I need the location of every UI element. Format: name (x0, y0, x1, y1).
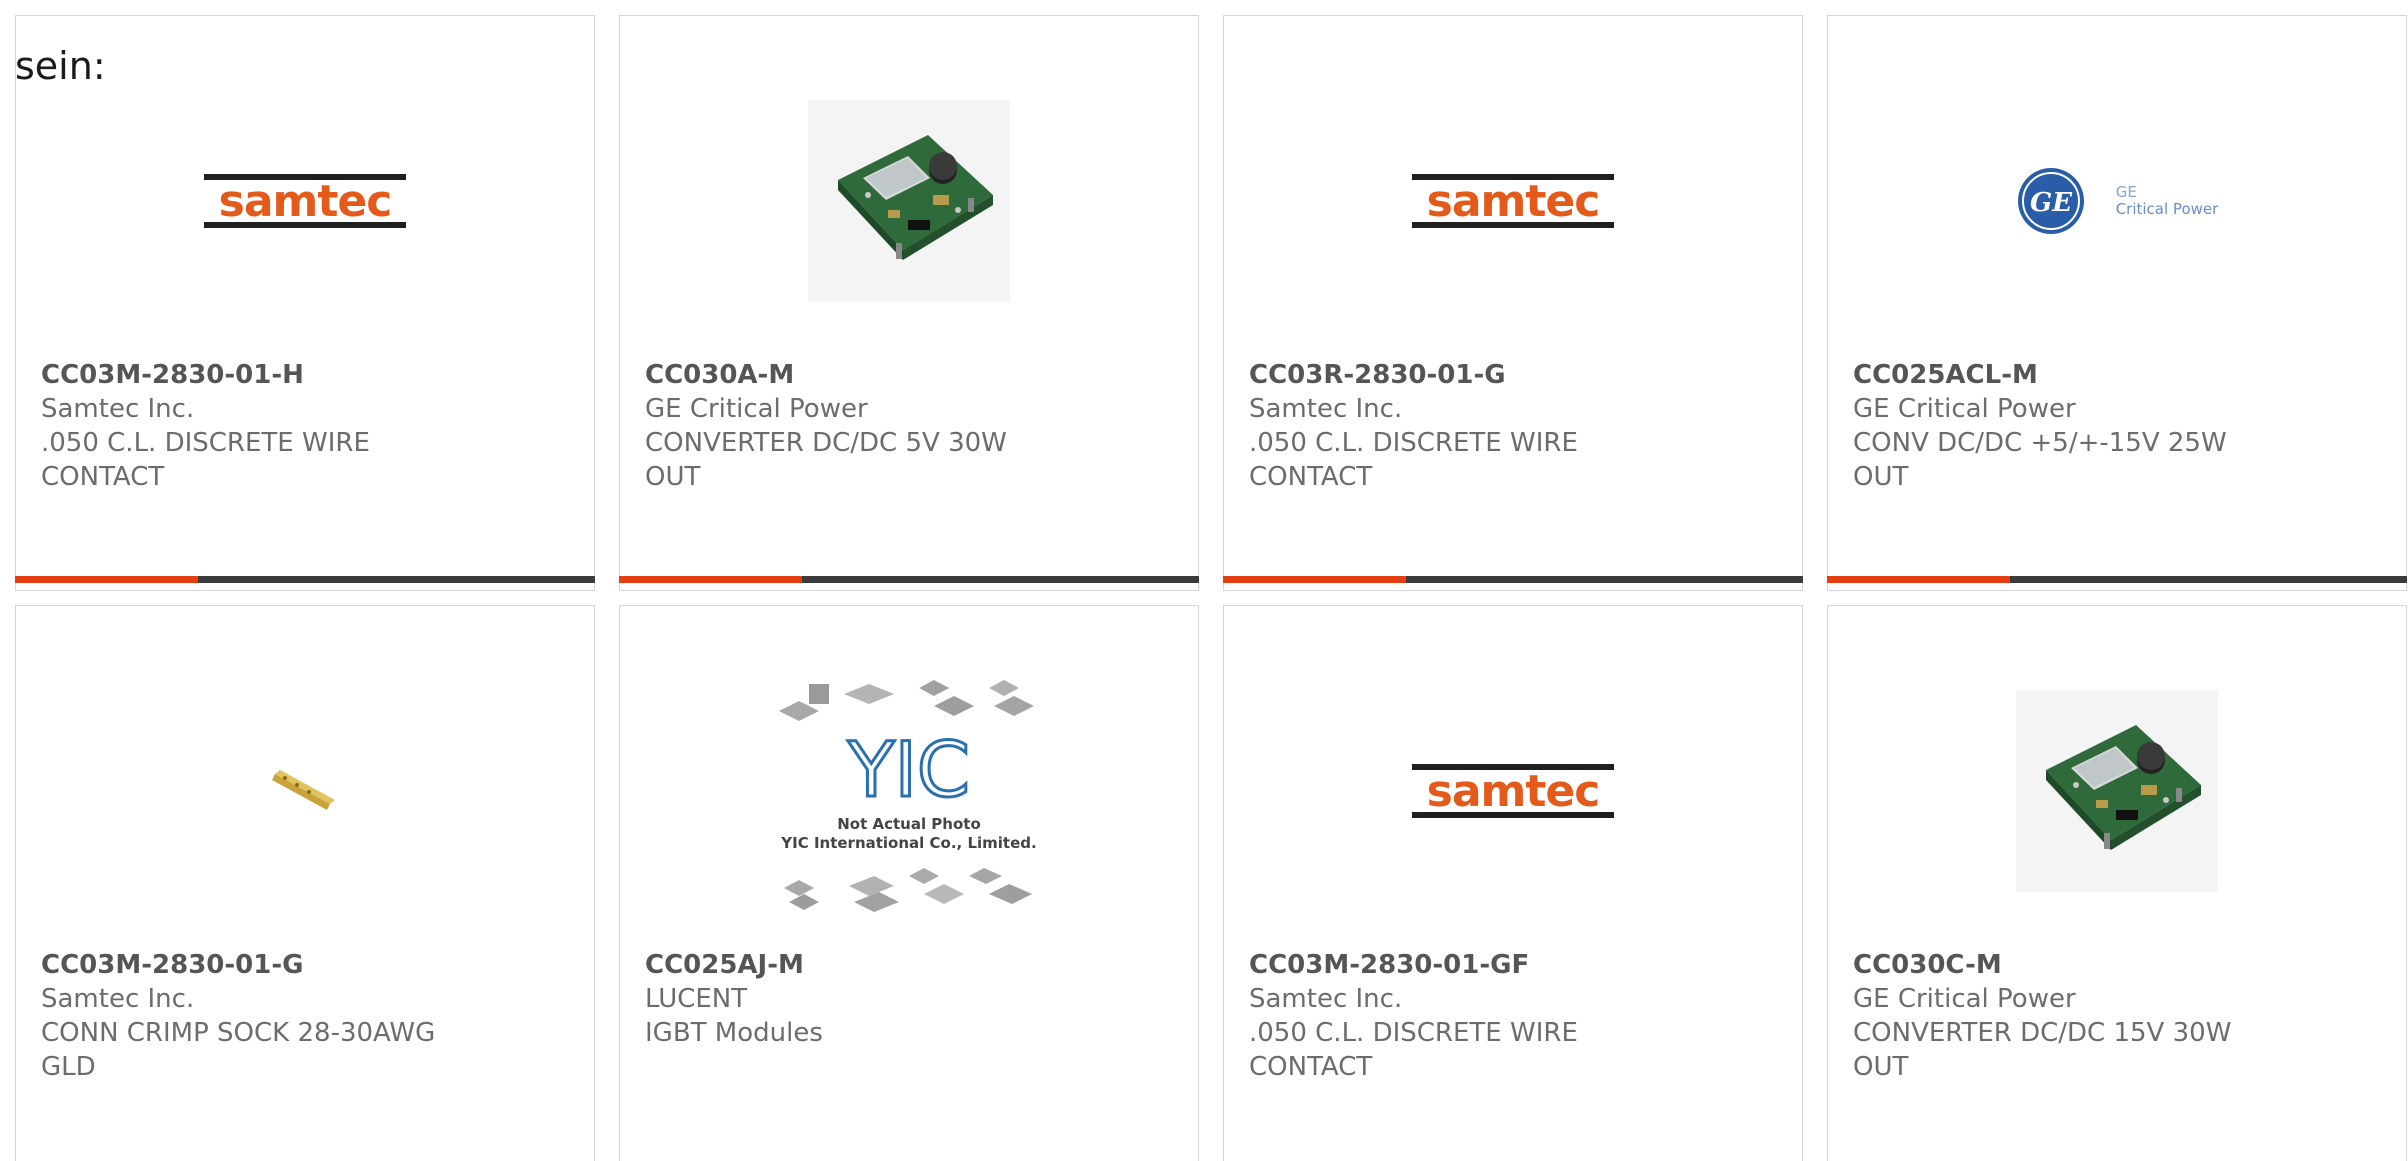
crimp-contact-photo (272, 770, 335, 810)
ge-monogram-icon: GE (2017, 168, 2084, 234)
manufacturer: Samtec Inc. (1249, 394, 1403, 424)
svg-text:YIC International Co., Limited: YIC International Co., Limited. (780, 834, 1036, 852)
svg-text:Not Actual Photo: Not Actual Photo (837, 815, 981, 833)
product-image[interactable]: samtec (1224, 76, 1802, 326)
part-number-link[interactable]: CC025ACL-M (1853, 358, 2266, 392)
product-image[interactable]: YIC Not Actual Photo YIC International C… (620, 666, 1198, 916)
pcb-module-photo (2016, 690, 2218, 892)
description: .050 C.L. DISCRETE WIRE CONTACT (41, 428, 370, 492)
part-number-link[interactable]: CC03M-2830-01-GF (1249, 948, 1662, 982)
description: CONVERTER DC/DC 15V 30W OUT (1853, 1018, 2232, 1082)
product-card[interactable]: GE GE Critical Power CC025ACL-M GE Criti… (1827, 15, 2407, 591)
product-grid-page: sein: samtec CC03M-2830-01-H Samtec Inc.… (0, 0, 2408, 1161)
samtec-logo: samtec (1412, 764, 1614, 818)
description: .050 C.L. DISCRETE WIRE CONTACT (1249, 428, 1578, 492)
card-accent-bar (1827, 576, 2407, 583)
card-accent-bar (15, 576, 595, 583)
product-card[interactable]: CC030A-M GE Critical Power CONVERTER DC/… (619, 15, 1199, 591)
yic-placeholder: YIC Not Actual Photo YIC International C… (779, 680, 1037, 912)
description: .050 C.L. DISCRETE WIRE CONTACT (1249, 1018, 1578, 1082)
pcb-module-photo (808, 100, 1010, 302)
product-image[interactable] (16, 666, 594, 916)
manufacturer: GE Critical Power (1853, 984, 2076, 1014)
manufacturer: GE Critical Power (1853, 394, 2076, 424)
part-number-link[interactable]: CC03R-2830-01-G (1249, 358, 1662, 392)
ge-logo: GE GE Critical Power (2016, 166, 2218, 236)
card-accent-bar (1223, 576, 1803, 583)
description: IGBT Modules (645, 1018, 823, 1048)
product-card[interactable]: YIC Not Actual Photo YIC International C… (619, 605, 1199, 1161)
description: CONV DC/DC +5/+-15V 25W OUT (1853, 428, 2227, 492)
product-card[interactable]: CC03M-2830-01-G Samtec Inc. CONN CRIMP S… (15, 605, 595, 1161)
product-card[interactable]: CC030C-M GE Critical Power CONVERTER DC/… (1827, 605, 2407, 1161)
intro-text: sein: (15, 44, 106, 88)
product-card[interactable]: samtec CC03M-2830-01-H Samtec Inc. .050 … (15, 15, 595, 591)
svg-text:YIC: YIC (847, 725, 970, 814)
part-number-link[interactable]: CC03M-2830-01-G (41, 948, 454, 982)
manufacturer: Samtec Inc. (41, 394, 195, 424)
description: CONN CRIMP SOCK 28-30AWG GLD (41, 1018, 436, 1082)
part-number-link[interactable]: CC025AJ-M (645, 948, 1058, 982)
product-image[interactable]: samtec (1224, 666, 1802, 916)
product-image[interactable] (1828, 666, 2406, 916)
part-number-link[interactable]: CC030A-M (645, 358, 1058, 392)
manufacturer: Samtec Inc. (41, 984, 195, 1014)
part-number-link[interactable]: CC030C-M (1853, 948, 2266, 982)
part-number-link[interactable]: CC03M-2830-01-H (41, 358, 454, 392)
product-image[interactable]: GE GE Critical Power (1828, 76, 2406, 326)
samtec-logo: samtec (1412, 174, 1614, 228)
product-card[interactable]: samtec CC03R-2830-01-G Samtec Inc. .050 … (1223, 15, 1803, 591)
manufacturer: GE Critical Power (645, 394, 868, 424)
svg-text:GE: GE (2030, 188, 2073, 218)
manufacturer: LUCENT (645, 984, 748, 1014)
description: CONVERTER DC/DC 5V 30W OUT (645, 428, 1007, 492)
manufacturer: Samtec Inc. (1249, 984, 1403, 1014)
product-card[interactable]: samtec CC03M-2830-01-GF Samtec Inc. .050… (1223, 605, 1803, 1161)
card-accent-bar (619, 576, 1199, 583)
product-image[interactable] (620, 76, 1198, 326)
samtec-logo: samtec (204, 174, 406, 228)
product-image[interactable]: samtec (16, 76, 594, 326)
